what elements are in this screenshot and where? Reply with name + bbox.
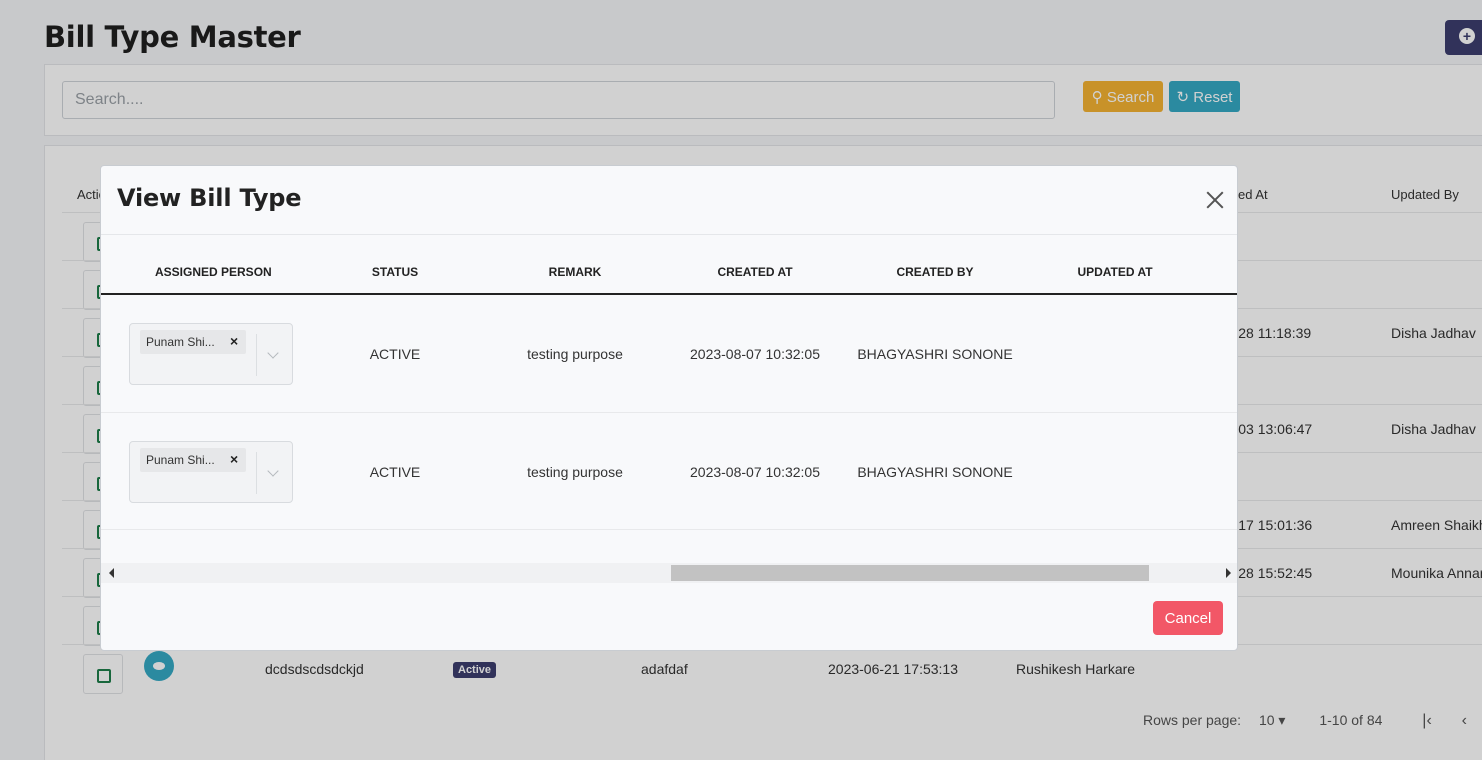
view-bill-type-modal: View Bill Type ASSIGNED PERSON STATUS RE… [100,165,1238,651]
select-divider [256,452,257,494]
created-at-cell: 2023-08-07 10:32:05 [690,464,820,480]
created-by-cell: BHAGYASHRI SONONE [857,464,1013,480]
column-header-assigned-person: ASSIGNED PERSON [155,265,272,279]
created-by-cell: BHAGYASHRI SONONE [857,346,1013,362]
scrollbar-thumb[interactable] [671,565,1149,581]
assigned-person-select[interactable]: Punam Shi... × [129,323,293,385]
modal-header: View Bill Type [101,166,1237,235]
column-header-created-by: CREATED BY [896,265,974,279]
column-header-updated-at: UPDATED AT [1077,265,1153,279]
column-header-created-at: CREATED AT [717,265,793,279]
created-at-cell: 2023-08-07 10:32:05 [690,346,820,362]
chevron-down-icon[interactable] [267,347,279,359]
status-cell: ACTIVE [369,464,421,480]
assigned-person-chip: Punam Shi... × [140,448,246,472]
chip-label: Punam Shi... [146,453,215,467]
cancel-button[interactable]: Cancel [1153,601,1223,635]
remark-cell: testing purpose [527,346,623,362]
chip-remove-icon[interactable]: × [230,333,238,349]
scroll-right-arrow-icon[interactable] [1226,568,1231,578]
assigned-person-chip: Punam Shi... × [140,330,246,354]
modal-title: View Bill Type [117,184,302,212]
chip-remove-icon[interactable]: × [230,451,238,467]
scroll-left-arrow-icon[interactable] [109,568,114,578]
select-divider [256,334,257,376]
assigned-person-select[interactable]: Punam Shi... × [129,441,293,503]
table-row: Punam Shi... × ACTIVE testing purpose 20… [101,413,1237,530]
chevron-down-icon[interactable] [267,465,279,477]
close-icon[interactable] [1205,190,1225,210]
column-header-remark: REMARK [548,265,602,279]
column-header-status: STATUS [371,265,419,279]
remark-cell: testing purpose [527,464,623,480]
table-row: Punam Shi... × ACTIVE testing purpose 20… [101,295,1237,413]
horizontal-scrollbar[interactable] [101,563,1237,583]
status-cell: ACTIVE [369,346,421,362]
chip-label: Punam Shi... [146,335,215,349]
